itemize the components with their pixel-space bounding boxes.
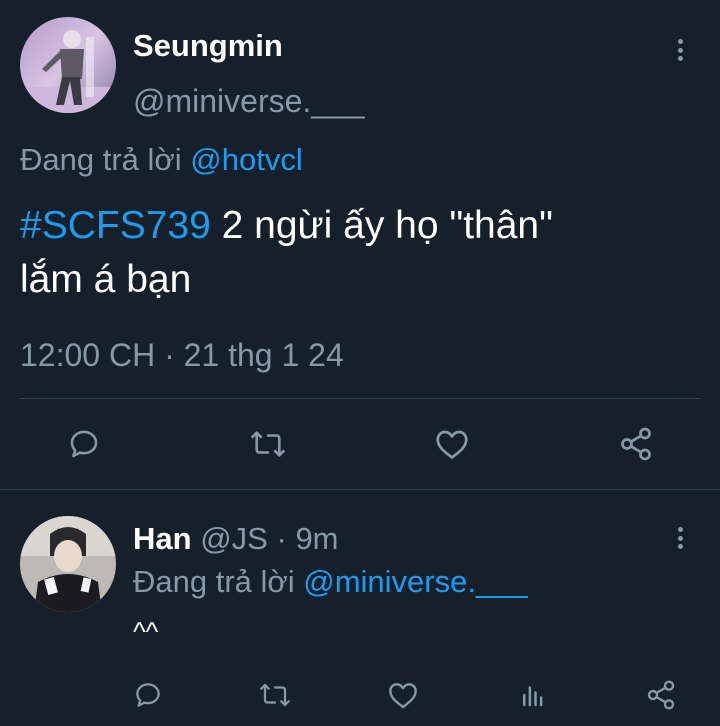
share-icon[interactable]: [645, 679, 677, 711]
tweet-text: #SCFS739 2 ngừi ấy họ "thân" lắm á bạn: [20, 199, 700, 307]
replying-to: Đang trả lời @miniverse.___: [133, 564, 528, 600]
tweet-text-line-2: lắm á bạn: [20, 258, 192, 301]
replying-to-label: Đang trả lời: [133, 564, 295, 599]
replying-to: Đang trả lời @hotvcl: [20, 142, 303, 178]
replying-to-handle-link[interactable]: @miniverse.___: [303, 564, 527, 599]
time-ago[interactable]: 9m: [295, 521, 338, 556]
tweet-text-line-1: #SCFS739 2 ngừi ấy họ "thân": [20, 199, 700, 253]
replying-to-handle-link[interactable]: @hotvcl: [190, 142, 302, 177]
more-options-icon[interactable]: [676, 527, 684, 549]
avatar-han[interactable]: [20, 516, 116, 612]
like-icon[interactable]: [387, 680, 419, 710]
replying-to-label: Đang trả lời: [20, 142, 182, 177]
retweet-icon[interactable]: [258, 680, 292, 710]
reply-header: Han @JS · 9m: [133, 521, 339, 557]
tweet-text-content: 2 ngừi ấy họ "thân": [210, 204, 553, 247]
timestamp[interactable]: 12:00 CH · 21 thg 1 24: [20, 337, 344, 374]
retweet-icon[interactable]: [249, 427, 287, 461]
avatar-seungmin[interactable]: [20, 17, 116, 113]
reply-icon[interactable]: [133, 680, 163, 710]
reply-icon[interactable]: [67, 427, 101, 461]
like-icon[interactable]: [434, 427, 470, 461]
section-divider: [0, 489, 720, 490]
more-options-icon[interactable]: [676, 39, 684, 61]
hashtag-link[interactable]: #SCFS739: [20, 204, 211, 247]
separator: ·: [276, 521, 287, 556]
reply-text: ^^: [133, 617, 159, 647]
analytics-icon[interactable]: [518, 680, 548, 710]
user-handle[interactable]: @miniverse.___: [133, 83, 365, 120]
display-name[interactable]: Han: [133, 521, 192, 556]
share-icon[interactable]: [618, 426, 654, 462]
display-name[interactable]: Seungmin: [133, 28, 283, 64]
user-handle[interactable]: @JS: [200, 521, 268, 556]
divider: [20, 398, 700, 399]
